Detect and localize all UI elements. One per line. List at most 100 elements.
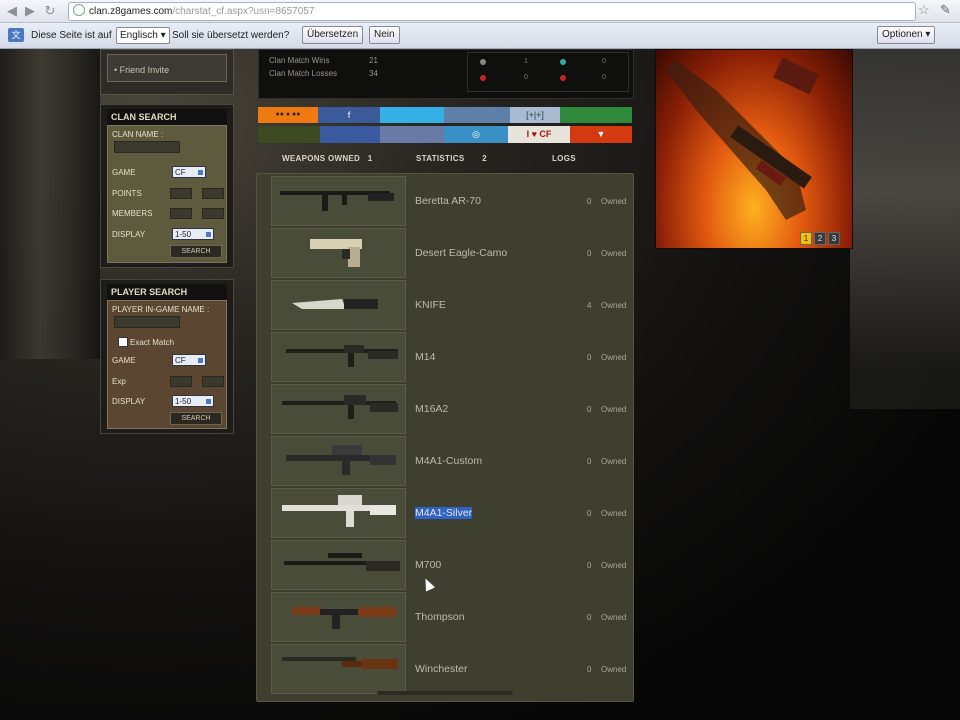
weapon-row[interactable]: Thompson 0 Owned — [269, 592, 626, 642]
wrench-icon[interactable]: ✎ — [940, 2, 951, 18]
facebook-like-button[interactable]: f — [318, 107, 380, 123]
share-olive-button[interactable] — [258, 126, 320, 143]
tab-statistics[interactable]: STATISTICS 2 — [416, 154, 487, 163]
weapon-status: Owned — [601, 665, 627, 674]
weapon-status: Owned — [601, 301, 627, 310]
smg-icon — [292, 607, 396, 629]
player-search-title: PLAYER SEARCH — [107, 284, 227, 300]
weapon-count: 0 — [587, 353, 592, 362]
share-lavender-button[interactable] — [380, 126, 444, 143]
url-path: /charstat_cf.aspx?usn=8657057 — [172, 6, 315, 17]
weapon-row[interactable]: M14 0 Owned — [269, 332, 626, 382]
forward-icon[interactable]: ▶ — [22, 3, 38, 19]
tab-weapons-owned-label: WEAPONS OWNED — [282, 154, 361, 163]
weapon-row[interactable]: Desert Eagle-Camo 0 Owned — [269, 228, 626, 278]
promo-page-2[interactable]: 2 — [814, 232, 826, 245]
teal-dot-icon — [560, 59, 566, 65]
weapon-name: Thompson — [415, 611, 465, 623]
share-blue-2-button[interactable] — [320, 126, 380, 143]
share-circle-button[interactable]: ◎ — [444, 126, 508, 143]
weapon-name: M14 — [415, 351, 436, 363]
clan-search-button[interactable]: SEARCH — [170, 245, 222, 258]
weapon-row[interactable]: Winchester 0 Owned — [269, 644, 626, 694]
tab-logs[interactable]: LOGS — [552, 154, 576, 163]
tab-statistics-label: STATISTICS — [416, 154, 465, 163]
player-game-select[interactable]: CF — [172, 354, 206, 366]
rifle-icon — [282, 395, 398, 419]
player-display-select[interactable]: 1-50 — [172, 395, 214, 407]
bookmark-star-icon[interactable]: ☆ — [918, 2, 930, 18]
weapon-thumbnail — [271, 488, 406, 538]
clan-name-input[interactable] — [114, 141, 180, 153]
weapon-row[interactable]: M16A2 0 Owned — [269, 384, 626, 434]
weapon-thumbnail — [271, 228, 406, 278]
weapon-thumbnail — [271, 436, 406, 486]
player-name-input[interactable] — [114, 316, 180, 328]
exact-match-checkbox[interactable] — [118, 337, 128, 347]
exact-match-label: Exact Match — [130, 338, 175, 347]
share-dropdown-button[interactable]: ▼ — [570, 126, 632, 143]
twitter-button[interactable] — [380, 107, 444, 123]
exp-min-input[interactable] — [170, 376, 192, 387]
globe-icon — [73, 4, 85, 16]
translate-prompt: Soll sie übersetzt werden? — [172, 30, 290, 41]
language-select-value: Englisch — [120, 30, 158, 41]
stat-num: 1 — [524, 58, 528, 65]
rifle-icon — [286, 345, 398, 367]
stat-label-losses: Clan Match Losses — [269, 69, 338, 78]
exp-max-input[interactable] — [202, 376, 224, 387]
options-button[interactable]: Optionen ▾ — [877, 26, 936, 44]
share-green-button[interactable] — [560, 107, 632, 123]
weapon-row[interactable]: M700 0 Owned — [269, 540, 626, 590]
rifle-icon — [282, 495, 396, 527]
members-max-input[interactable] — [202, 208, 224, 219]
members-min-input[interactable] — [170, 208, 192, 219]
language-select[interactable]: Englisch ▾ — [116, 27, 170, 44]
weapon-count: 4 — [587, 301, 592, 310]
shotgun-icon — [282, 657, 398, 669]
weapon-status: Owned — [601, 613, 627, 622]
red-dot-icon — [560, 75, 566, 81]
share-orange-button[interactable]: ●● ● ●● — [258, 107, 318, 123]
weapon-thumbnail — [271, 332, 406, 382]
no-button[interactable]: Nein — [369, 26, 400, 44]
player-search-button[interactable]: SEARCH — [170, 412, 222, 425]
clan-search-panel: CLAN SEARCH CLAN NAME : GAME CF POINTS M… — [100, 104, 234, 268]
weapon-name: M700 — [415, 559, 442, 571]
tab-weapons-owned[interactable]: WEAPONS OWNED 1 — [282, 154, 372, 163]
tab-weapons-owned-count: 1 — [367, 154, 373, 163]
player-exp-label: Exp — [112, 377, 126, 386]
friend-invite-box: • Friend Invite — [100, 49, 234, 95]
weapon-row[interactable]: Beretta AR-70 0 Owned — [269, 176, 626, 226]
weapon-row[interactable]: M4A1-Custom 0 Owned — [269, 436, 626, 486]
background-right-art — [850, 49, 960, 409]
address-bar[interactable]: clan.z8games.com/charstat_cf.aspx?usn=86… — [68, 2, 916, 21]
plus-button[interactable]: [+|+] — [510, 107, 560, 123]
promo-page-3[interactable]: 3 — [828, 232, 840, 245]
share-blue-button[interactable] — [444, 107, 510, 123]
list-scrollbar[interactable] — [377, 691, 513, 695]
reload-icon[interactable]: ↻ — [42, 3, 58, 19]
back-icon[interactable]: ◀ — [4, 3, 20, 19]
weapon-row[interactable]: M4A1-Silver 0 Owned — [269, 488, 626, 538]
share-bar-bottom: ◎ I ♥ CF ▼ — [258, 126, 632, 143]
browser-toolbar: ◀ ▶ ↻ clan.z8games.com/charstat_cf.aspx?… — [0, 0, 960, 23]
background-soldier-art — [0, 49, 100, 359]
weapon-thumbnail — [271, 384, 406, 434]
clan-name-label: CLAN NAME : — [112, 130, 164, 139]
i-love-cf-button[interactable]: I ♥ CF — [508, 126, 570, 143]
points-min-input[interactable] — [170, 188, 192, 199]
weapon-status: Owned — [601, 457, 627, 466]
translate-button[interactable]: Übersetzen — [302, 26, 364, 44]
clan-display-select[interactable]: 1-50 — [172, 228, 214, 240]
promo-banner-image[interactable] — [655, 49, 853, 249]
weapon-count: 0 — [587, 665, 592, 674]
points-max-input[interactable] — [202, 188, 224, 199]
profile-tabs: WEAPONS OWNED 1 STATISTICS 2 LOGS — [258, 150, 632, 170]
weapon-name: M16A2 — [415, 403, 449, 415]
weapon-row[interactable]: KNIFE 4 Owned — [269, 280, 626, 330]
friend-invite-link[interactable]: • Friend Invite — [114, 65, 169, 75]
clan-game-select[interactable]: CF — [172, 166, 206, 178]
weapon-status: Owned — [601, 405, 627, 414]
promo-page-1[interactable]: 1 — [800, 232, 812, 245]
